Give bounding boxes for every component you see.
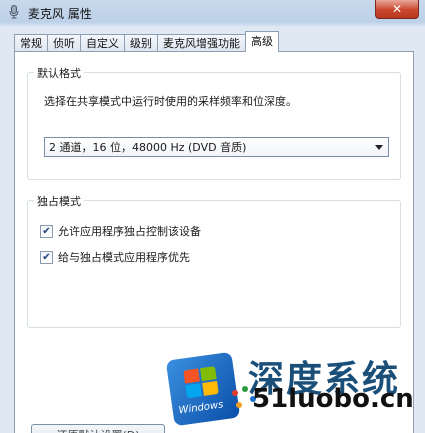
exclusive-priority-label: 给与独占模式应用程序优先 (58, 251, 190, 264)
restore-defaults-button[interactable]: 还原默认设置(D) (31, 424, 165, 433)
tab-enhancements[interactable]: 麦克风增强功能 (157, 34, 246, 52)
default-format-group: 默认格式 选择在共享模式中运行时使用的采样频率和位深度。 2 通道，16 位，4… (27, 65, 401, 180)
format-select-value: 2 通道，16 位，48000 Hz (DVD 音质) (49, 141, 247, 154)
exclusive-priority-option[interactable]: ✔ 给与独占模式应用程序优先 (40, 249, 190, 265)
default-format-title: 默认格式 (34, 65, 84, 81)
properties-window: 麦克风 属性 ✕ 常规 侦听 自定义 级别 麦克风增强功能 高级 默认格式 选择… (0, 0, 425, 433)
tab-levels[interactable]: 级别 (124, 34, 158, 52)
windows-logo-text: Windows (178, 399, 225, 417)
allow-exclusive-checkbox[interactable]: ✔ (40, 224, 53, 238)
watermark-url: 51luobo.cn (252, 384, 414, 414)
allow-exclusive-option[interactable]: ✔ 允许应用程序独占控制该设备 (40, 223, 201, 239)
format-select[interactable]: 2 通道，16 位，48000 Hz (DVD 音质) (44, 137, 389, 157)
dropdown-arrow-icon (375, 145, 383, 150)
window-title: 麦克风 属性 (28, 7, 92, 21)
exclusive-priority-checkbox[interactable]: ✔ (40, 250, 53, 264)
title-bar[interactable]: 麦克风 属性 ✕ (0, 0, 425, 24)
site-watermark: Windows 深度系统 51luobo.cn (165, 351, 425, 433)
close-icon: ✕ (391, 2, 403, 16)
windows-flag-icon (183, 366, 221, 400)
default-format-description: 选择在共享模式中运行时使用的采样频率和位深度。 (44, 95, 297, 108)
close-button[interactable]: ✕ (375, 0, 419, 19)
tab-listen[interactable]: 侦听 (47, 34, 81, 52)
allow-exclusive-label: 允许应用程序独占控制该设备 (58, 225, 201, 238)
tab-custom[interactable]: 自定义 (80, 34, 125, 52)
exclusive-mode-group: 独占模式 ✔ 允许应用程序独占控制该设备 ✔ 给与独占模式应用程序优先 (27, 193, 401, 328)
tab-advanced[interactable]: 高级 (245, 31, 279, 52)
exclusive-mode-title: 独占模式 (34, 193, 84, 209)
tab-strip: 常规 侦听 自定义 级别 麦克风增强功能 高级 (14, 31, 279, 52)
microphone-icon (8, 5, 20, 19)
tab-general[interactable]: 常规 (14, 34, 48, 52)
